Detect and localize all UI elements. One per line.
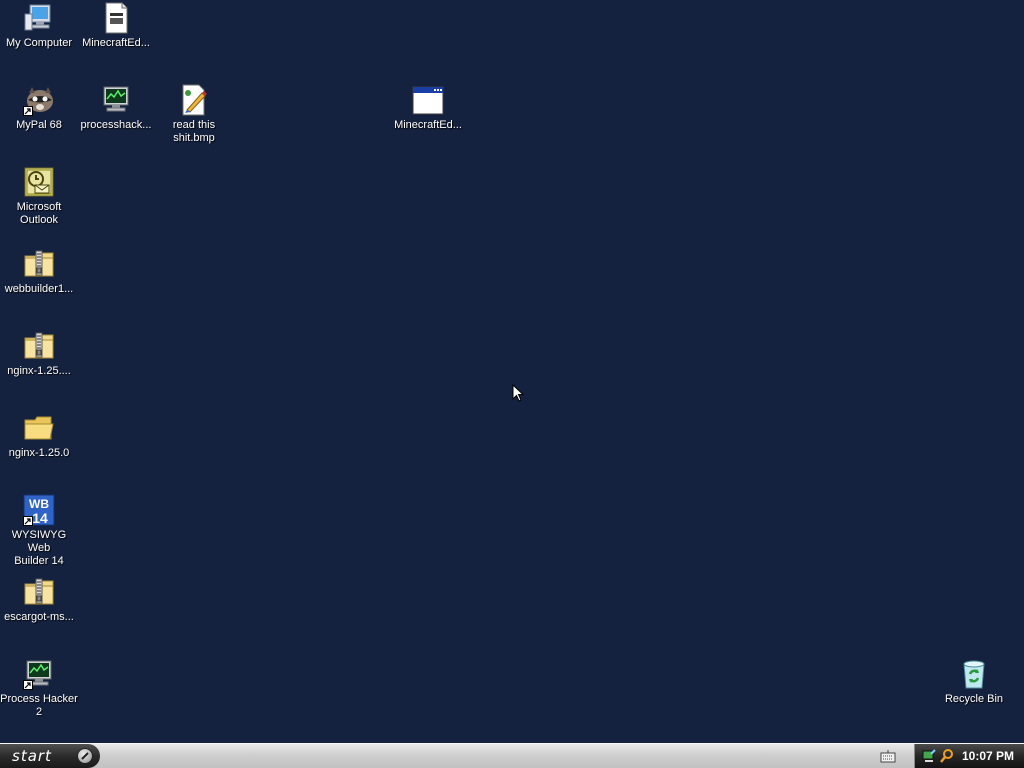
desktop-icon-label: MinecraftEd... [82,37,150,49]
desktop-icon-label: webbuilder1... [4,283,74,295]
zip-folder-icon [23,248,55,280]
desktop-icon-bmp-file[interactable]: read this shit.bmp [155,84,233,145]
shortcut-arrow-icon [23,680,33,690]
taskbar-clock[interactable]: 10:07 PM [962,744,1014,768]
web-builder-icon: WB 14 [23,494,55,526]
document-icon [100,2,132,34]
raccoon-icon [23,84,55,116]
desktop-icon-label: Recycle Bin [944,693,1004,705]
desktop-icon-label: Process Hacker 2 [0,693,78,718]
desktop-icon-process-hacker-2[interactable]: Process Hacker 2 [0,658,78,719]
application-window-icon [412,84,444,116]
computer-icon [23,2,55,34]
taskbar: start 10:07 PM [0,743,1024,768]
svg-text:14: 14 [32,510,48,526]
desktop-icon-nginx-folder[interactable]: nginx-1.25.0 [0,412,78,460]
zip-folder-icon [23,576,55,608]
desktop-icon-nginx-zip[interactable]: nginx-1.25.... [0,330,78,378]
desktop-icon-label: escargot-ms... [4,611,74,623]
start-button-label: start [12,747,52,765]
paint-image-icon [178,84,210,116]
start-button[interactable]: start [0,744,100,768]
recycle-bin-icon [958,658,990,690]
desktop-icon-label: read this shit.bmp [172,119,216,144]
zip-folder-icon [23,330,55,362]
desktop[interactable]: My Computer MinecraftEd... MyPal 68 proc… [0,0,1024,743]
desktop-icon-label: MinecraftEd... [394,119,462,131]
desktop-icon-label: My Computer [5,37,73,49]
desktop-icon-label: Microsoft Outlook [16,201,62,226]
monitor-icon [23,658,55,690]
desktop-icon-mypal-68[interactable]: MyPal 68 [0,84,78,132]
desktop-icon-webbuilder-zip[interactable]: webbuilder1... [0,248,78,296]
desktop-icon-minecraftedu-2[interactable]: MinecraftEd... [389,84,467,132]
shortcut-arrow-icon [23,106,33,116]
network-icon[interactable] [921,748,937,764]
desktop-icon-minecraftedu-1[interactable]: MinecraftEd... [77,2,155,50]
windows-orb-icon [77,748,93,764]
outlook-icon [23,166,55,198]
desktop-icon-recycle-bin[interactable]: Recycle Bin [935,658,1013,706]
desktop-icon-microsoft-outlook[interactable]: Microsoft Outlook [0,166,78,227]
desktop-icon-label: MyPal 68 [16,119,62,131]
desktop-icon-label: WYSIWYG Web Builder 14 [11,529,67,567]
system-tray: 10:07 PM [914,744,1024,768]
keyboard-language-icon[interactable] [880,749,896,763]
desktop-icon-label: nginx-1.25.0 [8,447,70,459]
folder-icon [23,412,55,444]
desktop-icon-escargot-zip[interactable]: escargot-ms... [0,576,78,624]
desktop-icon-label: processhack... [80,119,152,131]
desktop-icon-my-computer[interactable]: My Computer [0,2,78,50]
monitor-icon [100,84,132,116]
desktop-icon-wysiwyg-web-builder[interactable]: WB 14 WYSIWYG Web Builder 14 [0,494,78,568]
shortcut-arrow-icon [23,516,33,526]
desktop-icon-label: nginx-1.25.... [7,365,71,377]
desktop-icon-processhacker-folder[interactable]: processhack... [77,84,155,132]
search-icon[interactable] [939,748,955,764]
mouse-cursor-icon [512,384,524,402]
svg-text:WB: WB [29,497,49,511]
